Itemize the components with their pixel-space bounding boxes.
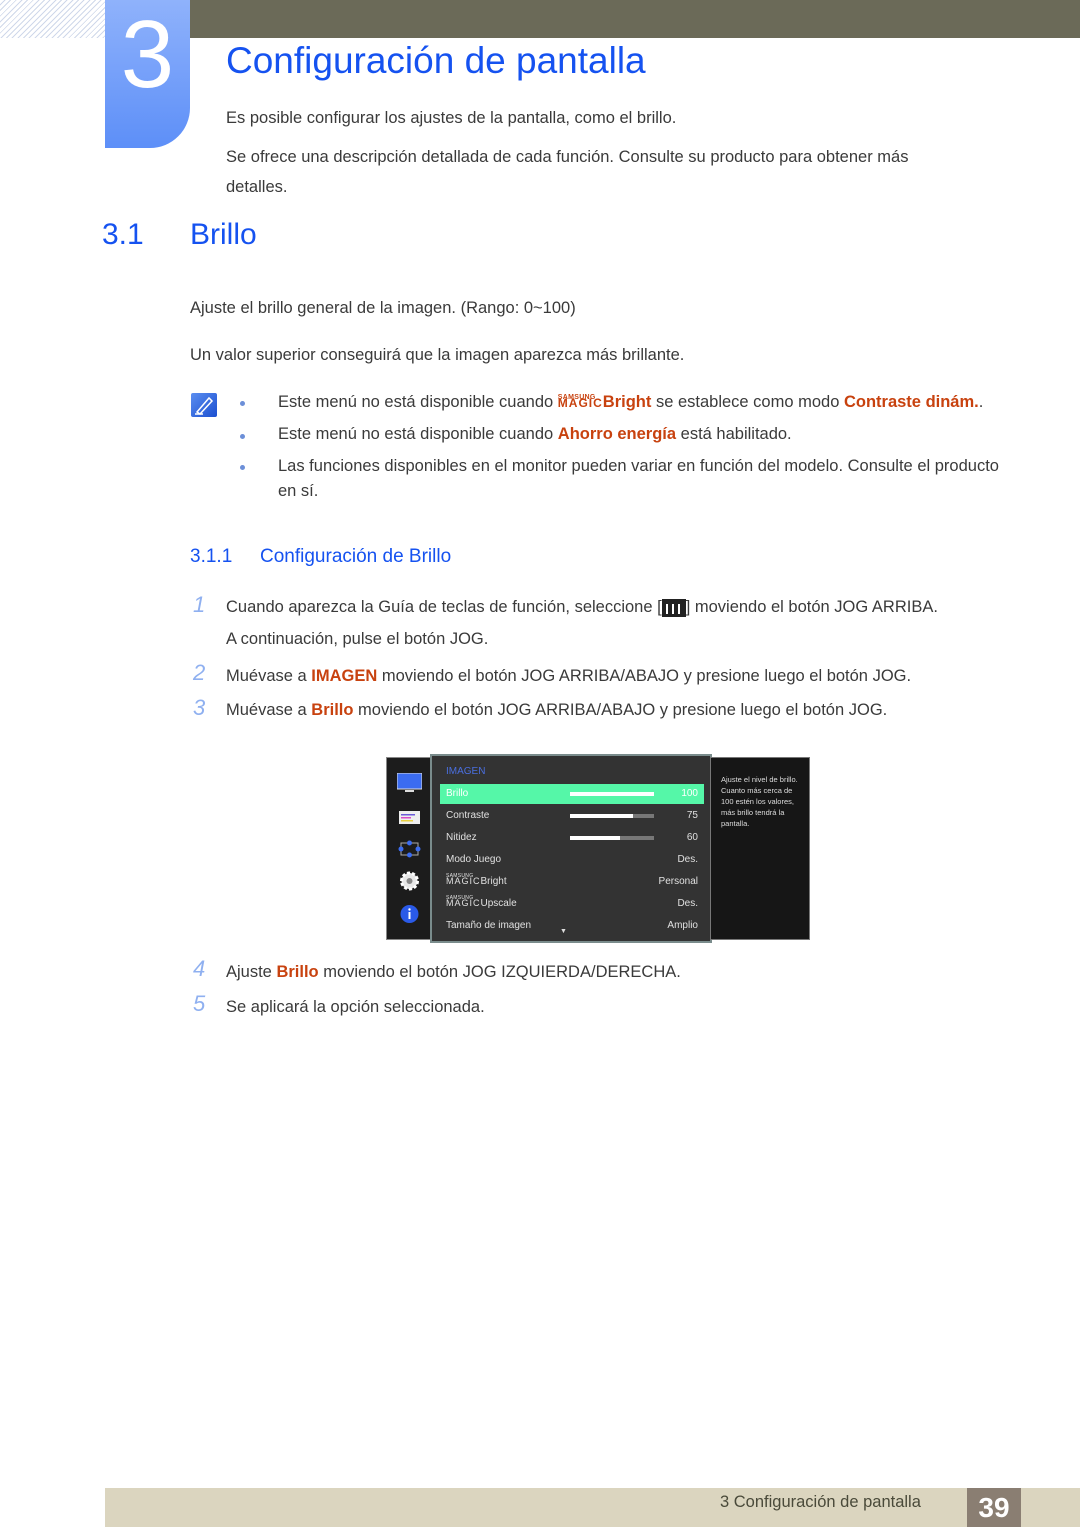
step-2-text: Muévase a IMAGEN moviendo el botón JOG A… [226,667,912,685]
picture-settings-icon [397,808,422,830]
osd-item-value: Des. [677,898,698,909]
osd-item-value: 60 [686,832,698,843]
osd-menu-title: IMAGEN [446,766,486,777]
osd-slider[interactable] [570,814,654,818]
bullet-icon [240,401,245,406]
note-icon [191,393,217,417]
osd-help-panel: Ajuste el nivel de brillo. Cuanto más ce… [710,757,810,940]
osd-item-label: SAMSUNG MAGICBright [446,873,507,887]
step-5-text: Se aplicará la opción seleccionada. [226,998,485,1016]
samsung-magic-logo: SAMSUNG MAGIC [557,394,603,410]
note-item-3-cont: en sí. [278,482,319,500]
subsection-number: 3.1.1 [190,546,233,567]
info-icon [397,903,422,925]
osd-menu-item[interactable]: Contraste 75 [440,806,704,826]
osd-slider[interactable] [570,792,654,796]
section-title: Brillo [190,218,257,251]
samsung-magic-logo: SAMSUNG MAGIC [446,895,481,908]
footer-bar-end [1021,1488,1080,1527]
step-number: 5 [193,991,206,1016]
osd-slider[interactable] [570,836,654,840]
note-item-3: Las funciones disponibles en el monitor … [278,457,999,475]
step-number: 1 [193,592,206,617]
subsection-title: Configuración de Brillo [260,546,452,567]
osd-item-value: Amplio [667,920,698,931]
osd-item-label: Contraste [446,810,490,821]
osd-icon-column [386,757,433,940]
bullet-icon [240,434,245,439]
osd-slider-fill [570,814,633,818]
osd-menu-item[interactable]: Tamaño de imagen Amplio [440,916,704,936]
intro-paragraph-2-cont: detalles. [226,178,288,196]
osd-help-text: Ajuste el nivel de brillo. Cuanto más ce… [721,775,798,828]
osd-slider-fill [570,792,654,796]
note-item-1: Este menú no está disponible cuando SAMS… [278,387,983,418]
footer-chapter-label: 3 Configuración de pantalla [720,1493,921,1511]
osd-menu-item[interactable]: SAMSUNG MAGICBright Personal [440,872,704,892]
step-3-text: Muévase a Brillo moviendo el botón JOG A… [226,701,888,719]
osd-item-label: Tamaño de imagen [446,920,532,931]
osd-item-label: Brillo [446,788,469,799]
osd-item-value: Personal [658,876,698,887]
section-paragraph-2: Un valor superior conseguirá que la imag… [190,346,685,364]
osd-item-label: Modo Juego [446,854,502,865]
osd-slider-fill [570,836,621,840]
samsung-magic-logo: SAMSUNG MAGIC [446,873,481,886]
step-number: 3 [193,695,206,720]
scroll-down-icon[interactable]: ▼ [560,928,567,935]
chapter-number: 3 [120,1,175,108]
osd-menu-item[interactable]: SAMSUNG MAGICUpscale Des. [440,894,704,914]
header-hatch [0,0,105,38]
gear-icon [397,870,422,892]
step-1-text: Cuando aparezca la Guía de teclas de fun… [226,598,938,617]
section-number: 3.1 [102,218,144,251]
chapter-number-box: 3 [105,0,190,148]
osd-item-value: 100 [681,788,698,799]
page-number: 39 [967,1488,1021,1527]
osd-menu-item[interactable]: Nitidez 60 [440,828,704,848]
section-paragraph-1: Ajuste el brillo general de la imagen. (… [190,299,576,317]
chapter-title: Configuración de pantalla [226,40,646,81]
osd-item-value: Des. [677,854,698,865]
step-4-text: Ajuste Brillo moviendo el botón JOG IZQU… [226,963,681,981]
osd-item-label: Nitidez [446,832,477,843]
osd-menu: IMAGEN Brillo 100 Contraste 75 Nitidez 60 Modo… [430,754,712,943]
header-bar [190,0,1080,38]
size-position-icon [397,838,422,860]
note-item-2: Este menú no está disponible cuando Ahor… [278,425,792,443]
osd-menu-item[interactable]: Modo Juego Des. [440,850,704,870]
step-number: 2 [193,660,206,685]
intro-paragraph-2: Se ofrece una descripción detallada de c… [226,148,909,166]
monitor-icon [396,772,423,795]
step-1-text-cont: A continuación, pulse el botón JOG. [226,630,489,648]
intro-paragraph-1: Es posible configurar los ajustes de la … [226,109,677,127]
osd-item-value: 75 [686,810,698,821]
osd-menu-item[interactable]: Brillo 100 [440,784,704,804]
bullet-icon [240,465,245,470]
menu-icon [661,598,686,617]
step-number: 4 [193,956,206,981]
osd-item-label: SAMSUNG MAGICUpscale [446,895,517,909]
